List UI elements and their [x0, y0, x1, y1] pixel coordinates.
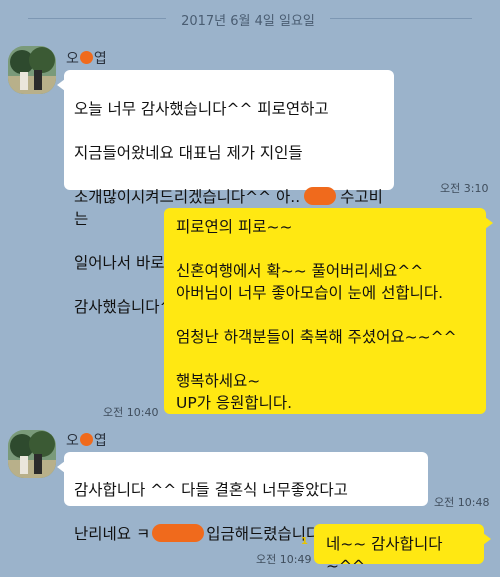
sender-name: 오엽	[66, 430, 107, 450]
message-time: 오전 3:10	[440, 182, 489, 195]
date-divider: 2017년 6월 4일 일요일	[0, 8, 500, 30]
divider-line	[330, 18, 472, 19]
redaction-mark	[79, 433, 93, 446]
sender-name-part: 엽	[93, 433, 107, 449]
unread-count: 1	[301, 536, 308, 547]
redaction-mark	[79, 51, 93, 64]
date-divider-text: 2017년 6월 4일 일요일	[181, 14, 315, 29]
avatar[interactable]	[8, 46, 56, 94]
divider-line	[28, 18, 166, 19]
sender-name: 오엽	[66, 48, 107, 68]
sender-name-part: 엽	[93, 51, 107, 67]
message-text: 난리네요 ㅋ	[74, 525, 151, 543]
redaction-mark	[152, 524, 205, 542]
message-line: 감사합니다 ^^ 다들 결혼식 너무좋았다고	[74, 481, 348, 499]
message-time: 오전 10:48	[434, 496, 490, 509]
message-bubble-outgoing[interactable]: 피로연의 피로~~ 신혼여행에서 확~~ 풀어버리세요^^ 아버님이 너무 좋아…	[164, 208, 493, 414]
message-text: 소개많이시켜드리겠습니다^^ 아..	[74, 188, 301, 206]
sender-name-part: 오	[66, 433, 79, 449]
sender-name-part: 오	[66, 51, 79, 67]
redaction-mark	[304, 187, 337, 205]
message-time: 오전 10:40	[103, 406, 159, 419]
message-line: 오늘 너무 감사했습니다^^ 피로연하고	[74, 100, 329, 118]
message-time: 오전 10:49	[256, 553, 312, 566]
message-bubble-incoming[interactable]: 오늘 너무 감사했습니다^^ 피로연하고 지금들어왔네요 대표님 제가 지인들 …	[57, 70, 394, 316]
message-line: 지금들어왔네요 대표님 제가 지인들	[74, 144, 303, 162]
message-bubble-incoming[interactable]: 감사합니다 ^^ 다들 결혼식 너무좋았다고 난리네요 ㅋ 입금해드렸습니다~^^	[57, 452, 428, 543]
message-bubble-outgoing[interactable]: 네~~ 감사합니다~^^	[314, 524, 491, 575]
avatar[interactable]	[8, 430, 56, 478]
